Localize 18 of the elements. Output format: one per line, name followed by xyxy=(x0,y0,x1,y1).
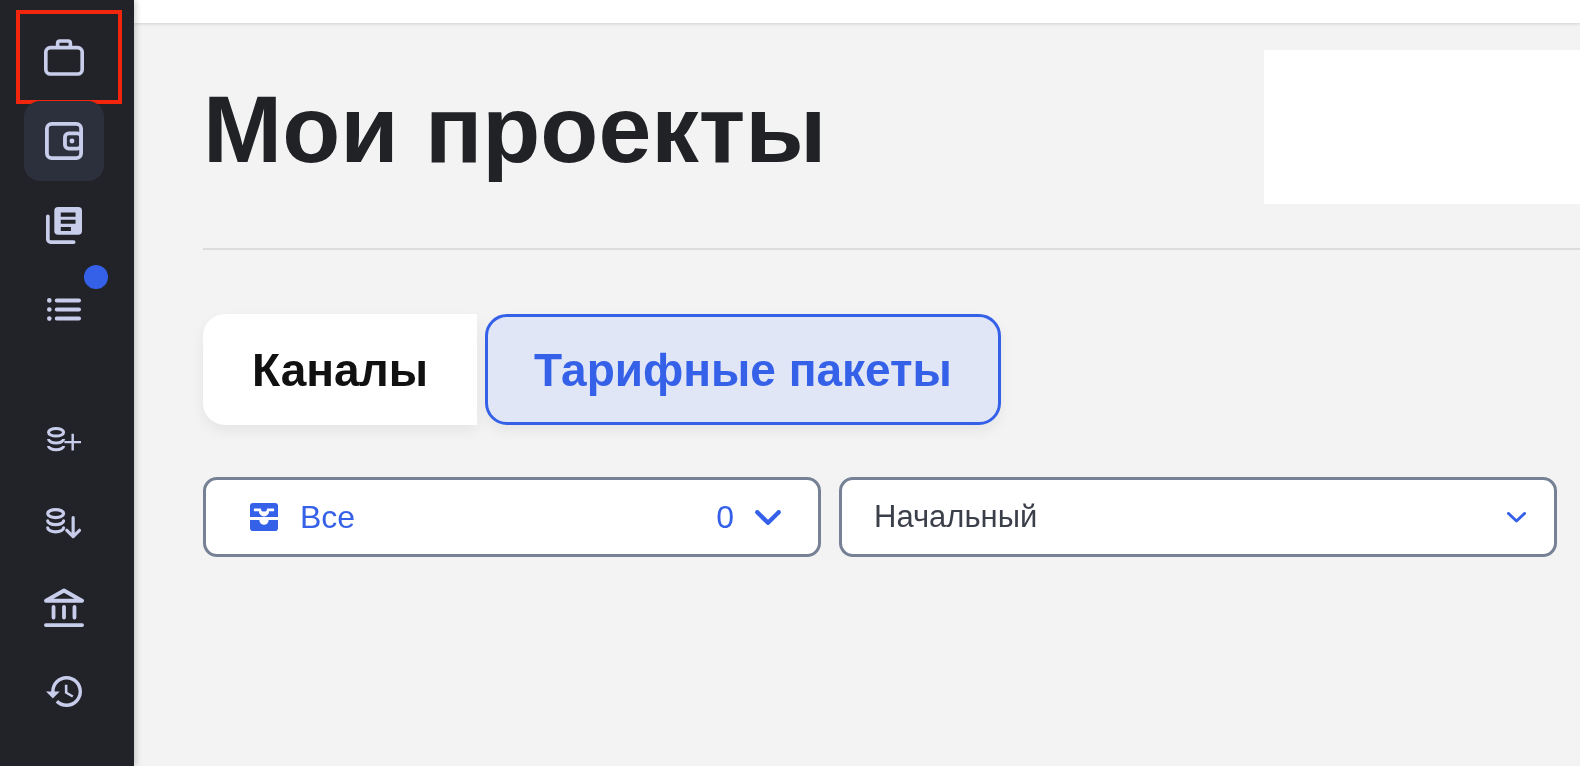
status-dropdown[interactable]: Все 0 xyxy=(203,477,821,557)
briefcase-icon xyxy=(44,38,84,76)
list-icon xyxy=(47,297,81,321)
coins-arrow-down-icon xyxy=(46,507,82,539)
item-count: 0 xyxy=(716,498,734,536)
coins-plus-icon xyxy=(47,426,81,452)
wallet-icon xyxy=(45,122,83,160)
chevron-down-icon xyxy=(1507,511,1526,523)
page-title: Мои проекты xyxy=(203,75,828,184)
inbox-icon xyxy=(250,503,278,531)
tab[interactable]: Каналы xyxy=(203,314,478,425)
bank-icon xyxy=(44,587,84,627)
chevron-down-icon xyxy=(755,509,781,525)
sidebar-item[interactable] xyxy=(24,101,104,181)
newspaper-stack-icon xyxy=(46,206,82,244)
tab[interactable]: Тарифные пакеты xyxy=(485,314,1001,425)
history-icon xyxy=(46,675,82,707)
plan-dropdown[interactable]: Начальный xyxy=(839,477,1557,557)
